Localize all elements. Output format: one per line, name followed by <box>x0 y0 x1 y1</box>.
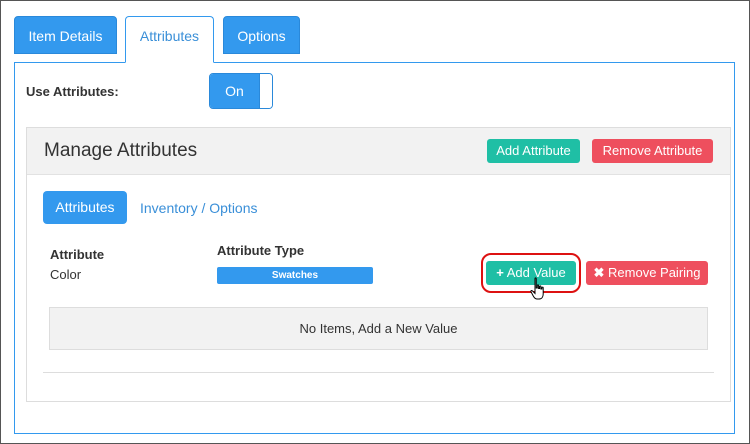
tab-options[interactable]: Options <box>223 16 300 54</box>
attribute-value: Color <box>50 267 82 282</box>
remove-pairing-button[interactable]: ✖ Remove Pairing <box>586 261 708 285</box>
add-attribute-button[interactable]: Add Attribute <box>487 139 580 163</box>
subtab-attributes[interactable]: Attributes <box>43 191 127 224</box>
tab-attributes[interactable]: Attributes <box>125 16 214 63</box>
hand-pointer-icon <box>530 277 544 300</box>
use-attributes-label: Use Attributes: <box>26 84 119 99</box>
attribute-type-header: Attribute Type <box>217 243 305 258</box>
empty-values-message: No Items, Add a New Value <box>49 307 708 350</box>
card-title: Manage Attributes <box>44 140 198 161</box>
tab-item-details[interactable]: Item Details <box>14 16 117 54</box>
plus-icon: + <box>496 265 504 280</box>
use-attributes-toggle[interactable]: On <box>209 73 273 109</box>
subtab-inventory-options[interactable]: Inventory / Options <box>140 200 258 216</box>
remove-attribute-button[interactable]: Remove Attribute <box>592 139 713 163</box>
remove-pairing-label: Remove Pairing <box>608 265 701 280</box>
close-icon: ✖ <box>593 265 605 280</box>
attribute-type-select[interactable]: Swatches <box>217 267 373 284</box>
toggle-on-label: On <box>210 74 259 108</box>
attribute-header: Attribute <box>50 247 105 262</box>
card-divider <box>43 372 714 373</box>
toggle-knob[interactable] <box>259 74 272 108</box>
